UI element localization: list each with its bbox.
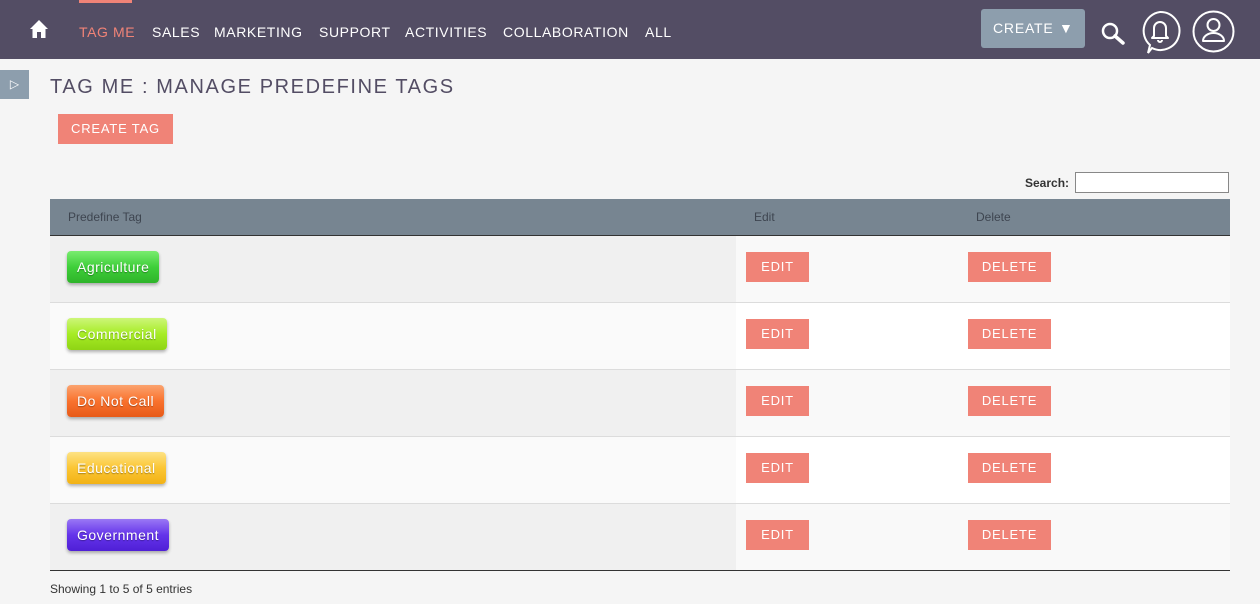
edit-button[interactable]: EDIT bbox=[746, 319, 809, 349]
edit-button[interactable]: EDIT bbox=[746, 453, 809, 483]
column-header-delete: Delete bbox=[976, 210, 1011, 224]
table-row: Agriculture EDIT DELETE bbox=[50, 236, 1230, 303]
tag-commercial[interactable]: Commercial bbox=[67, 318, 167, 350]
delete-button[interactable]: DELETE bbox=[968, 520, 1051, 550]
page-title: TAG ME : MANAGE PREDEFINE TAGS bbox=[50, 76, 455, 98]
edit-button[interactable]: EDIT bbox=[746, 386, 809, 416]
table-row: Do Not Call EDIT DELETE bbox=[50, 370, 1230, 437]
top-navbar: TAG ME SALES MARKETING SUPPORT ACTIVITIE… bbox=[0, 0, 1260, 59]
caret-down-icon: ▼ bbox=[1059, 20, 1074, 36]
edit-button[interactable]: EDIT bbox=[746, 252, 809, 282]
nav-sales[interactable]: SALES bbox=[152, 24, 200, 40]
column-header-edit: Edit bbox=[754, 210, 775, 224]
create-label: CREATE bbox=[993, 20, 1054, 36]
active-tab-indicator bbox=[79, 0, 132, 3]
predefine-tags-table: Predefine Tag Edit Delete Agriculture ED… bbox=[50, 199, 1230, 571]
create-tag-button[interactable]: CREATE TAG bbox=[58, 114, 173, 144]
nav-activities[interactable]: ACTIVITIES bbox=[405, 24, 487, 40]
table-row: Government EDIT DELETE bbox=[50, 504, 1230, 571]
tag-government[interactable]: Government bbox=[67, 519, 170, 551]
user-profile-icon[interactable] bbox=[1192, 10, 1235, 53]
tag-educational[interactable]: Educational bbox=[67, 452, 166, 484]
delete-button[interactable]: DELETE bbox=[968, 386, 1051, 416]
tag-agriculture[interactable]: Agriculture bbox=[67, 251, 160, 283]
table-row: Educational EDIT DELETE bbox=[50, 437, 1230, 504]
nav-support[interactable]: SUPPORT bbox=[319, 24, 391, 40]
table-info: Showing 1 to 5 of 5 entries bbox=[50, 582, 193, 596]
create-dropdown-button[interactable]: CREATE ▼ bbox=[981, 9, 1085, 48]
column-header-predefine-tag[interactable]: Predefine Tag bbox=[68, 210, 142, 224]
delete-button[interactable]: DELETE bbox=[968, 319, 1051, 349]
edit-button[interactable]: EDIT bbox=[746, 520, 809, 550]
nav-collaboration[interactable]: COLLABORATION bbox=[503, 24, 629, 40]
tag-do-not-call[interactable]: Do Not Call bbox=[67, 385, 165, 417]
search-input[interactable] bbox=[1075, 172, 1229, 193]
table-row: Commercial EDIT DELETE bbox=[50, 303, 1230, 370]
nav-all[interactable]: ALL bbox=[645, 24, 672, 40]
delete-button[interactable]: DELETE bbox=[968, 252, 1051, 282]
notifications-bell-icon[interactable] bbox=[1139, 10, 1181, 54]
search-icon[interactable] bbox=[1100, 21, 1126, 47]
table-header: Predefine Tag Edit Delete bbox=[50, 199, 1230, 236]
expand-icon: ▷ bbox=[9, 77, 20, 91]
delete-button[interactable]: DELETE bbox=[968, 453, 1051, 483]
nav-tag-me[interactable]: TAG ME bbox=[79, 24, 135, 40]
search-label: Search: bbox=[1025, 176, 1070, 190]
nav-marketing[interactable]: MARKETING bbox=[214, 24, 303, 40]
home-icon[interactable] bbox=[29, 19, 49, 39]
sidebar-toggle-button[interactable]: ▷ bbox=[0, 70, 29, 99]
